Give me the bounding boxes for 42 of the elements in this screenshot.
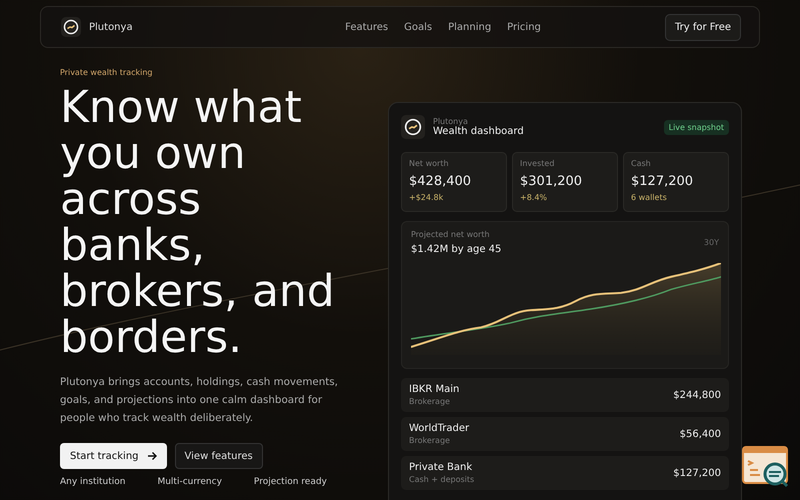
nav-link[interactable]: Goals: [404, 22, 432, 32]
try-for-free-button[interactable]: Try for Free: [665, 14, 741, 40]
account-amount: $56,400: [680, 428, 721, 440]
account-type: Cash + deposits: [409, 475, 474, 484]
stat-value: $301,200: [520, 174, 584, 189]
nav-link[interactable]: Planning: [448, 22, 492, 32]
feature-label: Any institution: [60, 477, 126, 487]
feature-label: Projection ready: [254, 477, 327, 487]
stat-detail: +$24.8k: [409, 193, 444, 202]
view-features-button[interactable]: View features: [174, 443, 263, 469]
projection-value: $1.42M by age 45: [411, 244, 502, 255]
headline: Know what you own across banks, brokers, and borders.: [60, 85, 336, 361]
stat-detail: 6 wallets: [631, 193, 668, 202]
dashboard-brand: Plutonya: [433, 117, 469, 126]
account-name: IBKR Main: [409, 384, 460, 395]
nav-link[interactable]: Features: [345, 22, 388, 32]
stat-detail: +8.4%: [520, 193, 548, 202]
dashboard-title: Wealth dashboard: [433, 126, 525, 137]
stat-value: $127,200: [631, 174, 694, 189]
account-name: Private Bank: [409, 462, 474, 473]
account-amount: $244,800: [673, 390, 721, 400]
hero-description: Plutonya brings accounts, holdings, cash movements, goals, and projections into one calm dashboard for people who track wealth deliberately.: [60, 375, 339, 426]
account-name: WorldTrader: [409, 423, 470, 434]
logo-icon: [61, 17, 81, 37]
logo-icon: [401, 115, 425, 139]
terminal-search-icon[interactable]: [742, 446, 790, 488]
projection-label: Projected net worth: [411, 230, 491, 239]
nav-link[interactable]: Pricing: [507, 22, 541, 32]
account-type: Brokerage: [409, 397, 451, 406]
brand-name: Plutonya: [89, 22, 133, 32]
stat-label: Cash: [631, 159, 652, 168]
live-snapshot-badge: Live snapshot: [664, 120, 729, 134]
account-type: Brokerage: [409, 436, 451, 445]
arrow-icon: [146, 451, 157, 461]
stat-label: Invested: [520, 159, 556, 168]
feature-label: Multi-currency: [157, 477, 222, 487]
stat-label: Net worth: [409, 159, 450, 168]
eyebrow-text: Private wealth tracking: [60, 68, 154, 77]
range-label: 30Y: [704, 238, 719, 249]
stat-value: $428,400: [409, 174, 472, 189]
start-tracking-button[interactable]: Start tracking: [60, 443, 167, 469]
account-amount: $127,200: [673, 468, 721, 478]
